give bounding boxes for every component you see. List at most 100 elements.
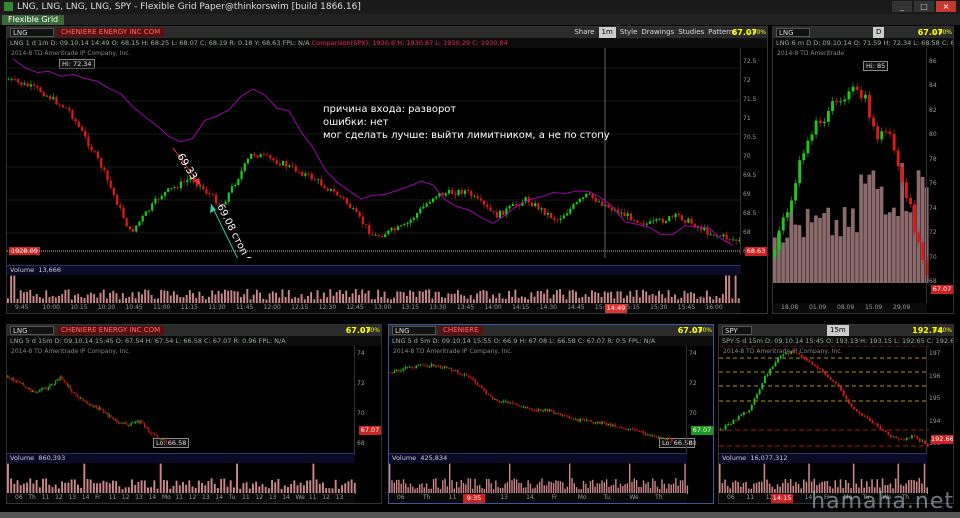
candle [404, 367, 407, 369]
symbol-input[interactable]: LNG [776, 28, 810, 37]
candle [719, 235, 722, 237]
candle [176, 187, 179, 189]
candle [183, 181, 186, 183]
candle [601, 421, 603, 424]
candle [594, 422, 597, 424]
price-axis[interactable]: 74 72 70 68 [354, 346, 381, 454]
symbol-input[interactable]: LNG [10, 28, 54, 37]
volume-bar [555, 480, 557, 494]
close-button[interactable]: × [936, 1, 956, 12]
daily-price-plot[interactable] [773, 48, 929, 303]
tab-flexible-grid[interactable]: Flexible Grid [2, 15, 65, 25]
candle [459, 373, 461, 375]
symbol-input[interactable]: LNG [392, 326, 436, 335]
candle [106, 413, 108, 414]
candle [855, 86, 859, 91]
volume-bar [102, 289, 105, 304]
price-tick-label: 74 [357, 350, 365, 357]
candle [543, 208, 546, 215]
volume-bar [73, 479, 76, 494]
price-plot[interactable] [7, 346, 357, 451]
candle [588, 420, 590, 421]
candle [917, 232, 921, 243]
candle [348, 203, 352, 209]
price-plot[interactable] [389, 346, 689, 451]
volume-bar [277, 478, 280, 494]
time-axis[interactable]: 18.08 01.09 08.09 15.09 29.09 [773, 303, 927, 313]
candle [441, 367, 444, 369]
candle [96, 151, 100, 159]
candle [693, 223, 696, 228]
candle [761, 383, 764, 390]
candle [818, 120, 822, 124]
time-tick-label: 12 [121, 494, 130, 501]
candle [719, 429, 722, 431]
price-plot[interactable] [719, 346, 929, 451]
minimize-button[interactable]: _ [892, 1, 912, 12]
candle [37, 391, 39, 393]
price-axis[interactable]: 74 72 70 68 [686, 346, 713, 454]
volume-bar [920, 176, 925, 283]
candle [840, 386, 842, 391]
style-button[interactable]: Style [620, 27, 638, 38]
time-tick-label: 14:00 [484, 304, 502, 311]
candle [125, 423, 127, 424]
volume-plot [7, 275, 740, 304]
volume-bar [131, 479, 133, 494]
candle [69, 385, 71, 390]
symbol-input[interactable]: LNG [10, 326, 54, 335]
candle [368, 224, 371, 235]
aggregation-selector[interactable]: 15m [827, 325, 849, 336]
candle [555, 413, 557, 414]
candle [653, 435, 656, 437]
candle [575, 418, 577, 420]
candle [323, 185, 326, 189]
ohlc-readout: D: 09.10.14 15:45 O: 193.13 H: 193.15 L:… [765, 337, 953, 345]
volume-bar [210, 478, 213, 494]
drawings-button[interactable]: Drawings [641, 27, 674, 38]
candle [377, 235, 380, 237]
candle [858, 411, 861, 414]
price-tag: 67.07 [931, 285, 953, 294]
time-axis[interactable]: 06 Th 11 12 13 14 Fr 11 12 13 14 Mo 11 12 13 14 Tu 11 12 13… [7, 493, 355, 503]
candle [601, 201, 604, 206]
candle [165, 440, 167, 445]
volume-bar [224, 289, 226, 304]
volume-bar [112, 480, 114, 494]
candle [131, 228, 135, 232]
maximize-button[interactable]: □ [914, 1, 934, 12]
time-axis[interactable]: 9:45 10:00 10:15 10:30 10:45 11:00 11:15 11:30 1… [7, 303, 741, 313]
price-plot[interactable]: 69.3369.08 стоп 69.99 [7, 48, 741, 258]
share-button[interactable]: Share [574, 27, 594, 38]
candle [109, 180, 112, 188]
time-tick-label: Th [28, 494, 36, 501]
price-tick-label: 70.5 [743, 134, 757, 141]
symbol-input[interactable]: SPY [722, 326, 752, 335]
candle [505, 401, 507, 402]
aggregation-selector[interactable]: 1m [598, 27, 616, 38]
candle [581, 419, 584, 420]
candle [426, 365, 428, 367]
candle [655, 436, 658, 438]
candle [234, 184, 237, 187]
candle [36, 85, 39, 88]
candle [729, 423, 732, 425]
comparison-line [12, 58, 734, 246]
aggregation-selector[interactable]: D [873, 27, 885, 38]
candle [887, 432, 890, 435]
time-tick-label: 11 [308, 494, 317, 501]
candle [626, 213, 629, 216]
price-axis[interactable]: 72.57271.57170.57069.56968.56867.5 [740, 48, 767, 255]
candle [97, 407, 99, 410]
studies-button[interactable]: Studies [678, 27, 704, 38]
candle [913, 204, 917, 233]
time-axis[interactable]: 06Th11121314FrMoTuWeTh [389, 493, 687, 503]
volume-bar [163, 290, 166, 304]
price-axis[interactable]: 86 84 82 80 78 76 74 72 70 68 [926, 48, 953, 313]
volume-bar [10, 478, 13, 494]
candle [640, 431, 643, 432]
daily-chart-panel: LNG D 67.07 0.00% LNG 6 m D D: 09.10.14 … [772, 26, 954, 314]
volume-bar [485, 478, 488, 494]
candle [100, 158, 103, 168]
candle [623, 428, 625, 430]
